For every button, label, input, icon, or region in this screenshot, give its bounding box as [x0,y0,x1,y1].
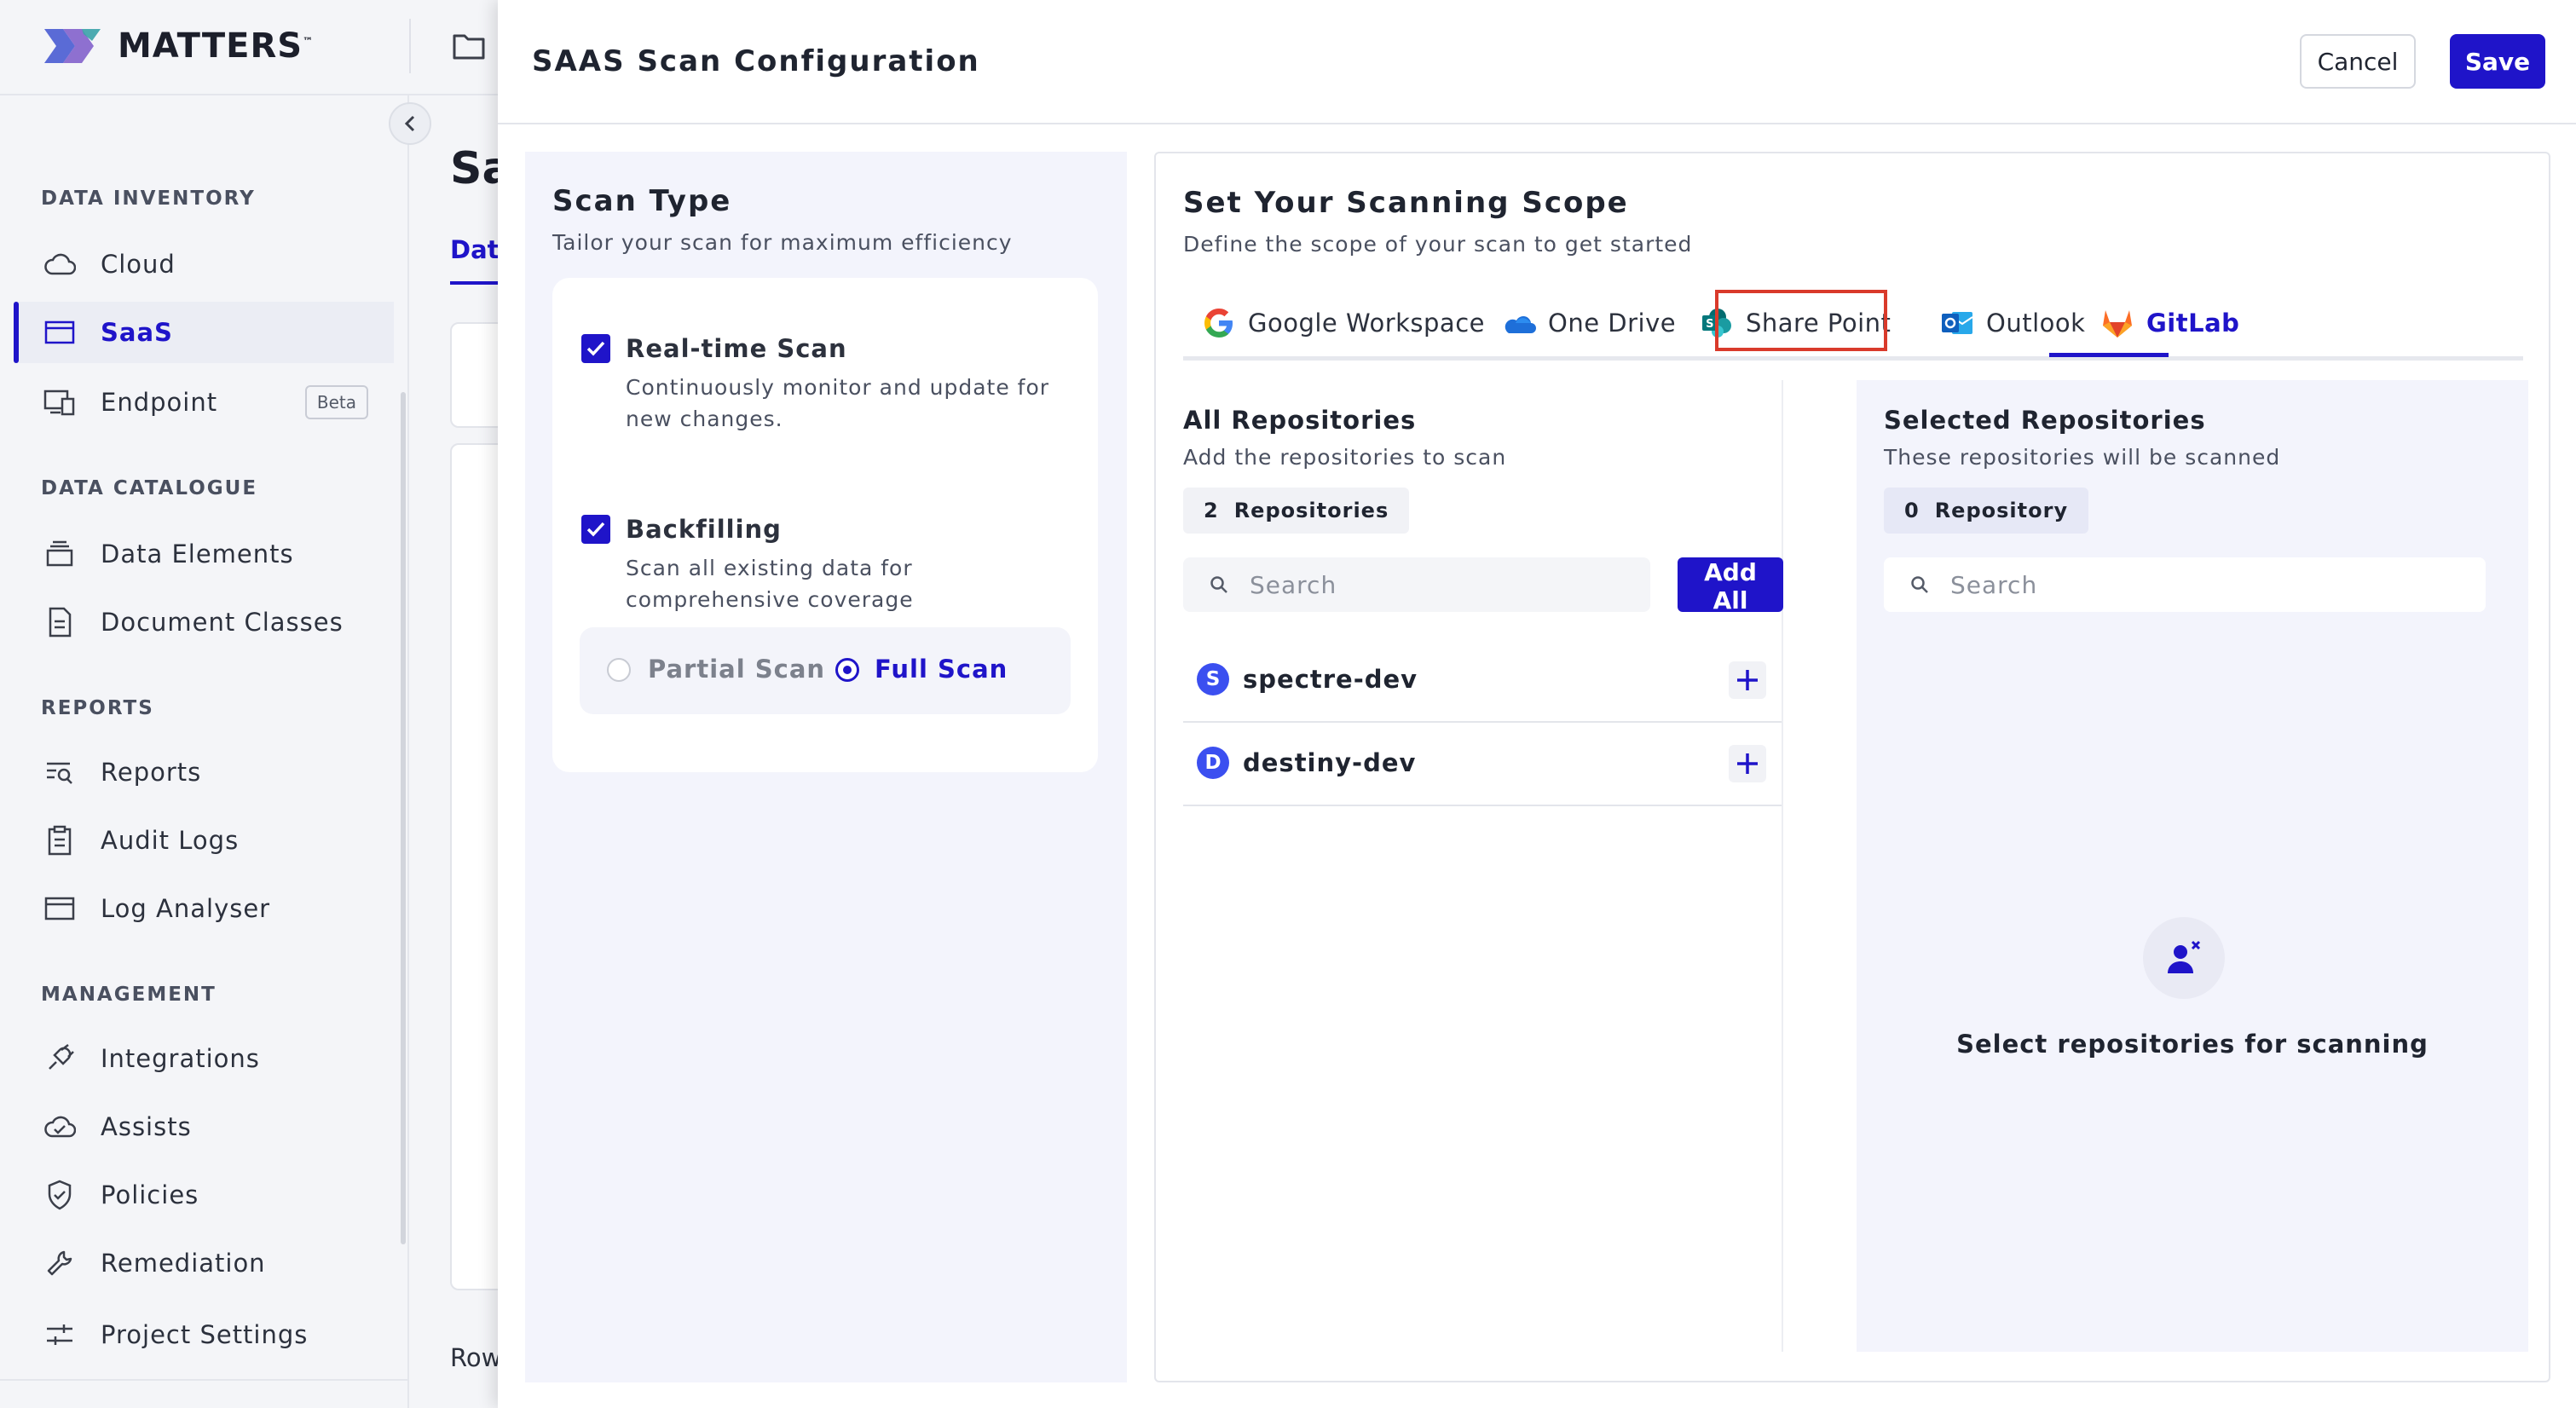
selected-count-chip: 0 Repository [1884,488,2089,534]
backfilling-description: Scan all existing data for comprehensive… [626,556,914,612]
gitlab-icon [2100,306,2134,340]
selected-count: 0 [1904,499,1920,522]
plus-icon [1737,670,1758,690]
onedrive-icon [1502,306,1536,340]
tab-google-workspace[interactable]: Google Workspace [1202,297,1485,349]
repositories-count-chip: 2 Repositories [1183,488,1410,534]
all-repositories-title: All Repositories [1183,406,1417,435]
selected-repositories-title: Selected Repositories [1884,406,2206,435]
all-repositories-subtitle: Add the repositories to scan [1183,445,1507,470]
user-remove-icon [2168,940,2201,973]
search-icon [1205,571,1233,598]
modal-header: SAAS Scan Configuration Cancel Save [498,0,2576,124]
partial-scan-radio[interactable] [607,658,631,682]
tab-one-drive[interactable]: One Drive [1502,297,1676,349]
chevron-left-icon [404,115,415,132]
selected-count-label: Repository [1934,499,2069,522]
selected-repositories-column: Selected Repositories These repositories… [1857,380,2528,1352]
save-button[interactable]: Save [2450,34,2545,89]
add-repository-button[interactable] [1729,661,1766,699]
search-icon [1906,571,1933,598]
tab-label: Google Workspace [1248,309,1485,338]
full-scan-label[interactable]: Full Scan [875,655,1008,684]
google-icon [1202,306,1236,340]
scan-type-panel: Scan Type Tailor your scan for maximum e… [525,152,1127,1382]
all-repositories-column: All Repositories Add the repositories to… [1183,380,1783,1352]
tab-label: GitLab [2146,309,2240,338]
selected-repositories-search[interactable] [1884,557,2486,612]
scan-options-card: Real-time Scan Continuously monitor and … [552,278,1098,772]
tab-outlook[interactable]: Outlook [1940,297,2085,349]
repository-name: destiny-dev [1243,748,1417,777]
scope-title: Set Your Scanning Scope [1183,186,1629,220]
scan-type-title: Scan Type [552,184,732,218]
checkmark-icon [586,341,605,356]
backfilling-title: Backfilling [626,515,782,544]
repository-avatar: D [1197,747,1229,779]
outlook-icon [1940,306,1974,340]
all-repositories-search[interactable] [1183,557,1650,612]
repositories-count-label: Repositories [1233,499,1389,522]
add-repository-button[interactable] [1729,745,1766,782]
svg-text:S: S [1706,318,1714,331]
tab-label: One Drive [1548,309,1677,338]
plus-icon [1737,753,1758,774]
gitlab-tab-highlight [1715,290,1887,351]
repository-row: S spectre-dev [1183,638,1782,723]
real-time-scan-description: Continuously monitor and update for new … [626,375,1050,431]
full-scan-radio[interactable] [835,658,859,682]
empty-state-text: Select repositories for scanning [1956,1030,2429,1059]
tab-gitlab[interactable]: GitLab [2100,297,2239,349]
search-input[interactable] [1949,569,2293,600]
scan-type-subtitle: Tailor your scan for maximum efficiency [552,230,1013,255]
cancel-button[interactable]: Cancel [2300,34,2416,89]
scan-mode-group: Partial Scan Full Scan [580,627,1071,714]
tab-label: Outlook [1986,309,2086,338]
scope-subtitle: Define the scope of your scan to get sta… [1183,232,1693,257]
repository-avatar: S [1197,663,1229,695]
modal-title: SAAS Scan Configuration [532,44,980,78]
add-all-button[interactable]: Add All [1678,557,1783,615]
real-time-scan-checkbox[interactable] [581,334,610,363]
empty-state-icon-wrap [2143,917,2225,999]
partial-scan-label[interactable]: Partial Scan [648,655,825,684]
selected-repositories-subtitle: These repositories will be scanned [1884,445,2281,470]
checkmark-icon [586,522,605,537]
repository-name: spectre-dev [1243,665,1418,694]
sidebar-collapse-button[interactable] [389,102,431,145]
real-time-scan-title: Real-time Scan [626,334,847,363]
scan-configuration-modal: SAAS Scan Configuration Cancel Save Scan… [498,0,2576,1408]
repositories-count: 2 [1204,499,1219,522]
search-input[interactable] [1248,569,1592,600]
repository-row: D destiny-dev [1183,721,1782,806]
backfilling-checkbox[interactable] [581,515,610,544]
active-tab-indicator [2049,353,2169,357]
